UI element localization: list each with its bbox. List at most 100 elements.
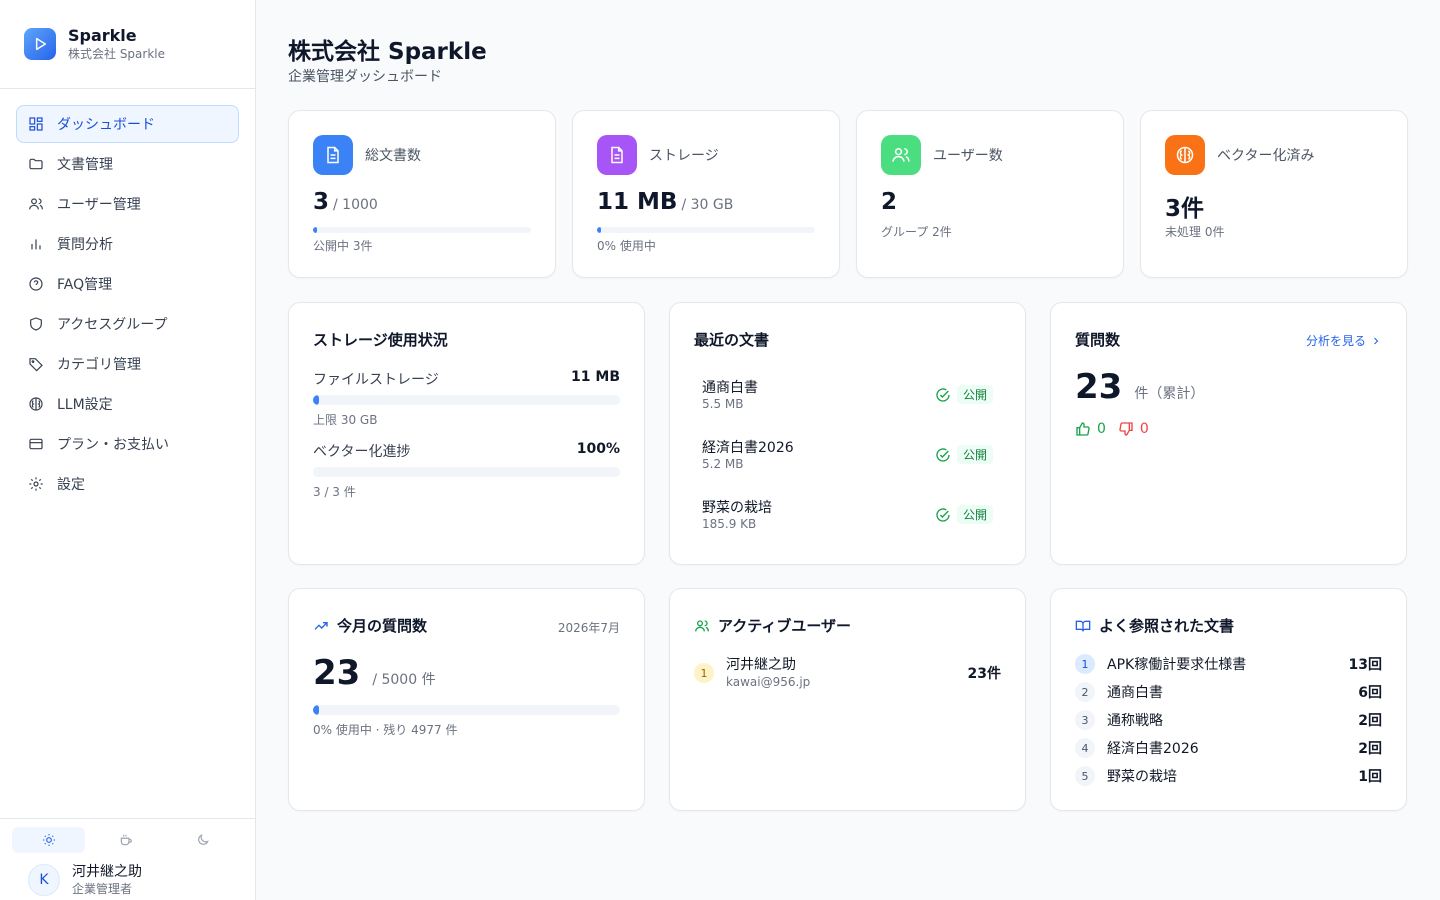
dashboard-icon xyxy=(27,115,45,133)
analysis-link[interactable]: 分析を見る xyxy=(1306,332,1382,349)
sidebar-item-label: ダッシュボード xyxy=(57,117,155,133)
rank-badge: 2 xyxy=(1075,682,1095,702)
theme-dark-button[interactable] xyxy=(166,827,239,853)
page-subtitle: 企業管理ダッシュボード xyxy=(288,69,442,85)
top-doc-count: 2回 xyxy=(1358,713,1382,729)
list-item[interactable]: 3 通称戦略 2回 xyxy=(1075,709,1382,731)
list-item[interactable]: 1 APK稼働計要求仕様書 13回 xyxy=(1075,653,1382,675)
list-item[interactable]: 通商白書 5.5 MB 公開 xyxy=(702,377,993,417)
stat-note: 0% 使用中 xyxy=(597,239,656,253)
list-item[interactable]: 2 通商白書 6回 xyxy=(1075,681,1382,703)
sidebar-item-label: 質問分析 xyxy=(57,237,113,253)
brain-icon xyxy=(27,395,45,413)
month-label: 2026年7月 xyxy=(557,621,620,635)
active-user-name: 河井継之助 xyxy=(726,657,796,673)
theme-light-button[interactable] xyxy=(12,827,85,853)
questions-total: 23 件（累計） xyxy=(1075,367,1204,407)
theme-coffee-button[interactable] xyxy=(89,827,162,853)
storage-progress-bar xyxy=(597,227,815,233)
doc-name: 野菜の栽培 xyxy=(702,500,772,516)
sun-icon xyxy=(42,834,55,846)
analysis-link-label: 分析を見る xyxy=(1305,334,1366,348)
stat-label: ユーザー数 xyxy=(933,148,1003,164)
sidebar-nav: ダッシュボード 文書管理 ユーザー管理 質問分析 FAQ管理 アクセスグループ … xyxy=(0,89,255,521)
vector-progress-value: 100% xyxy=(576,441,620,457)
sidebar-item-label: LLM設定 xyxy=(57,397,113,413)
users-icon xyxy=(27,195,45,213)
progress-fill xyxy=(313,395,320,405)
play-icon xyxy=(24,28,56,60)
book-open-icon xyxy=(1075,618,1091,634)
recent-documents-card: 最近の文書 通商白書 5.5 MB 公開 経済白書2026 5.2 MB 公開 … xyxy=(669,302,1026,565)
questions-value: 23 xyxy=(1075,367,1123,407)
sidebar-item-label: 設定 xyxy=(57,477,85,493)
sidebar-item-settings[interactable]: 設定 xyxy=(16,465,239,503)
vector-progress-count: 3 / 3 件 xyxy=(313,485,356,499)
sidebar-item-users[interactable]: ユーザー管理 xyxy=(16,185,239,223)
list-item[interactable]: 4 経済白書2026 2回 xyxy=(1075,737,1382,759)
page-title: 株式会社 Sparkle xyxy=(288,39,487,65)
sidebar-item-documents[interactable]: 文書管理 xyxy=(16,145,239,183)
sidebar-item-categories[interactable]: カテゴリ管理 xyxy=(16,345,239,383)
sidebar-item-label: FAQ管理 xyxy=(57,277,113,293)
vector-progress-row: ベクター化進捗 100% 3 / 3 件 xyxy=(313,441,620,500)
rank-badge: 5 xyxy=(1075,766,1095,786)
gear-icon xyxy=(27,475,45,493)
card-title: アクティブユーザー xyxy=(694,615,851,636)
monthly-limit: / 5000 件 xyxy=(372,672,436,688)
list-item[interactable]: 野菜の栽培 185.9 KB 公開 xyxy=(702,497,993,537)
progress-fill xyxy=(597,227,602,233)
sidebar-item-label: カテゴリ管理 xyxy=(57,357,141,373)
top-doc-count: 2回 xyxy=(1358,741,1382,757)
brand[interactable]: Sparkle 株式会社 Sparkle xyxy=(0,0,255,89)
doc-status: 公開 xyxy=(935,505,993,524)
doc-size: 185.9 KB xyxy=(702,517,757,531)
file-icon xyxy=(597,135,637,175)
rank-badge: 3 xyxy=(1075,710,1095,730)
sidebar-item-label: ユーザー管理 xyxy=(57,197,141,213)
users-icon xyxy=(881,135,921,175)
doc-size: 5.2 MB xyxy=(702,457,744,471)
check-circle-icon xyxy=(936,387,950,402)
card-title: ストレージ使用状況 xyxy=(313,331,448,349)
tag-icon xyxy=(27,355,45,373)
stat-label: ストレージ xyxy=(649,148,719,164)
sidebar-item-access-groups[interactable]: アクセスグループ xyxy=(16,305,239,343)
user-profile[interactable]: K 河井継之助 企業管理者 xyxy=(0,853,255,900)
thumbs-up-icon xyxy=(1076,422,1090,436)
sidebar-item-billing[interactable]: プラン・お支払い xyxy=(16,425,239,463)
sidebar-item-faq[interactable]: FAQ管理 xyxy=(16,265,239,303)
rank-badge: 4 xyxy=(1075,738,1095,758)
rank-badge: 1 xyxy=(694,663,714,683)
active-user-count: 23件 xyxy=(967,666,1001,682)
brand-company: 株式会社 Sparkle xyxy=(68,47,166,61)
doc-name: 通商白書 xyxy=(702,380,758,396)
monthly-value: 23 xyxy=(313,653,361,693)
folder-icon xyxy=(27,155,45,173)
stat-card-documents: 総文書数 3/ 1000 公開中 3件 xyxy=(288,110,556,278)
help-circle-icon xyxy=(27,275,45,293)
file-storage-limit: 上限 30 GB xyxy=(313,413,378,427)
sidebar-item-llm-settings[interactable]: LLM設定 xyxy=(16,385,239,423)
sidebar-item-question-analysis[interactable]: 質問分析 xyxy=(16,225,239,263)
list-item[interactable]: 5 野菜の栽培 1回 xyxy=(1075,765,1382,787)
stat-card-vectorized: ベクター化済み 3件 未処理 0件 xyxy=(1140,110,1408,278)
likes-count: 0 xyxy=(1097,421,1106,437)
dislikes-count: 0 xyxy=(1139,421,1149,437)
brain-icon xyxy=(1165,135,1205,175)
file-storage-bar xyxy=(313,395,620,405)
list-item[interactable]: 経済白書2026 5.2 MB 公開 xyxy=(702,437,993,477)
progress-fill xyxy=(313,467,620,477)
list-item[interactable]: 1 河井継之助 kawai@956.jp 23件 xyxy=(694,655,1001,691)
file-storage-label: ファイルストレージ xyxy=(313,372,439,388)
top-doc-name: 野菜の栽培 xyxy=(1107,769,1177,785)
feedback-row: 0 0 xyxy=(1075,421,1149,437)
sidebar-item-dashboard[interactable]: ダッシュボード xyxy=(16,105,239,143)
stat-label: 総文書数 xyxy=(365,148,421,164)
theme-switcher xyxy=(0,819,255,853)
file-storage-row: ファイルストレージ 11 MB 上限 30 GB xyxy=(313,369,620,428)
check-circle-icon xyxy=(936,507,950,522)
documents-progress-bar xyxy=(313,227,531,233)
stat-note: グループ 2件 xyxy=(881,225,952,239)
top-doc-name: 通商白書 xyxy=(1107,685,1163,701)
